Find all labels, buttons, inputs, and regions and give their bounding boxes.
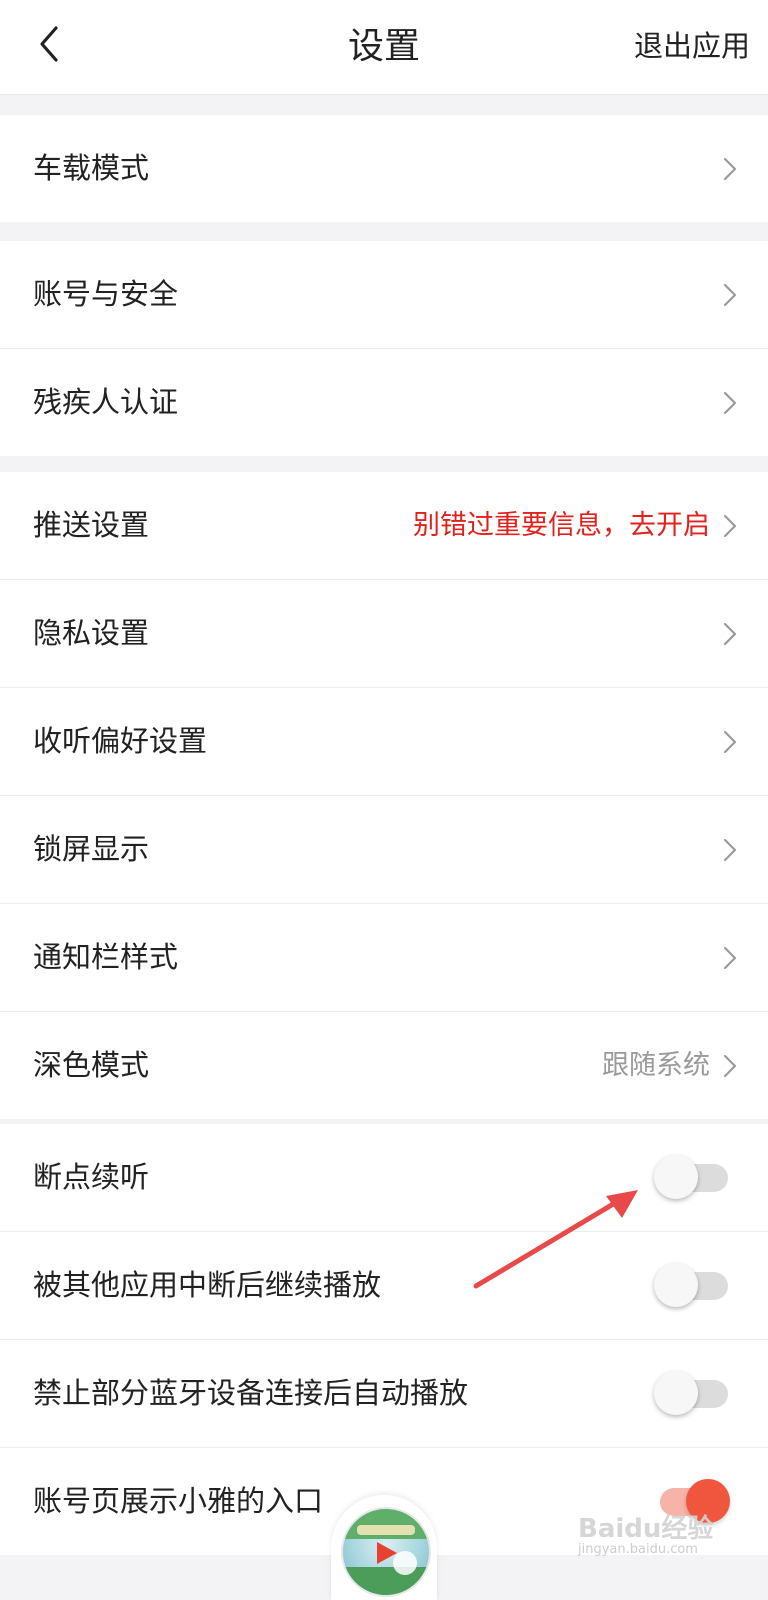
chevron-right-icon [723,514,737,538]
setting-label: 断点续听 [33,1160,150,1194]
setting-label: 隐私设置 [33,616,150,650]
bluetooth-autoplay-toggle[interactable] [654,1371,728,1415]
settings-group-vehicle: 车载模式 [0,115,768,222]
mini-player[interactable] [331,1495,437,1600]
header-bar: 设置 退出应用 [0,0,768,95]
toggle-knob [654,1371,698,1415]
setting-row-resume-playback: 断点续听 [0,1124,768,1231]
chevron-right-icon [723,838,737,862]
annotation-arrow-icon [473,1190,638,1289]
setting-label: 账号页展示小雅的入口 [33,1484,324,1518]
setting-label: 深色模式 [33,1048,150,1082]
chevron-right-icon [723,391,737,415]
toggle-knob [654,1263,698,1307]
chevron-right-icon [723,157,737,181]
chevron-right-icon [723,622,737,646]
setting-label: 被其他应用中断后继续播放 [33,1268,382,1302]
setting-row-lock-screen[interactable]: 锁屏显示 [0,795,768,903]
setting-label: 推送设置 [33,508,150,542]
setting-row-push[interactable]: 推送设置 别错过重要信息，去开启 [0,472,768,579]
continue-after-interrupt-toggle[interactable] [654,1263,728,1307]
exit-app-button[interactable]: 退出应用 [634,24,750,68]
setting-row-notification-style[interactable]: 通知栏样式 [0,903,768,1011]
watermark-brand: Baidu经验 [578,1514,714,1544]
setting-label: 收听偏好设置 [33,724,208,758]
chevron-right-icon [723,1054,737,1078]
setting-row-bluetooth-autoplay: 禁止部分蓝牙设备连接后自动播放 [0,1339,768,1447]
setting-label: 禁止部分蓝牙设备连接后自动播放 [33,1376,469,1410]
chevron-right-icon [723,283,737,307]
setting-label: 残疾人认证 [33,385,179,419]
play-icon [377,1542,397,1564]
push-enable-hint: 别错过重要信息，去开启 [413,510,710,541]
watermark-url: jingyan.baidu.com [578,1542,698,1557]
album-cover [341,1507,431,1597]
setting-label: 账号与安全 [33,277,179,311]
chevron-right-icon [723,730,737,754]
settings-group-playback: 断点续听 被其他应用中断后继续播放 禁止部分蓝牙设备连接后自动播放 账号页展示小… [0,1124,768,1555]
setting-row-car-mode[interactable]: 车载模式 [0,115,768,222]
setting-label: 车载模式 [33,151,150,185]
chevron-right-icon [723,946,737,970]
setting-row-dark-mode[interactable]: 深色模式 跟随系统 [0,1011,768,1119]
setting-label: 锁屏显示 [33,832,150,866]
settings-group-general: 推送设置 别错过重要信息，去开启 隐私设置 收听偏好设置 锁屏显示 通知栏样式 … [0,472,768,1119]
toggle-knob [654,1155,698,1199]
setting-row-disability-cert[interactable]: 残疾人认证 [0,348,768,456]
setting-row-continue-after-interrupt: 被其他应用中断后继续播放 [0,1231,768,1339]
setting-row-privacy[interactable]: 隐私设置 [0,579,768,687]
resume-playback-toggle[interactable] [654,1155,728,1199]
settings-group-account: 账号与安全 残疾人认证 [0,241,768,456]
setting-row-listening-preferences[interactable]: 收听偏好设置 [0,687,768,795]
setting-row-account-security[interactable]: 账号与安全 [0,241,768,348]
dark-mode-value: 跟随系统 [602,1050,710,1081]
setting-label: 通知栏样式 [33,940,179,974]
